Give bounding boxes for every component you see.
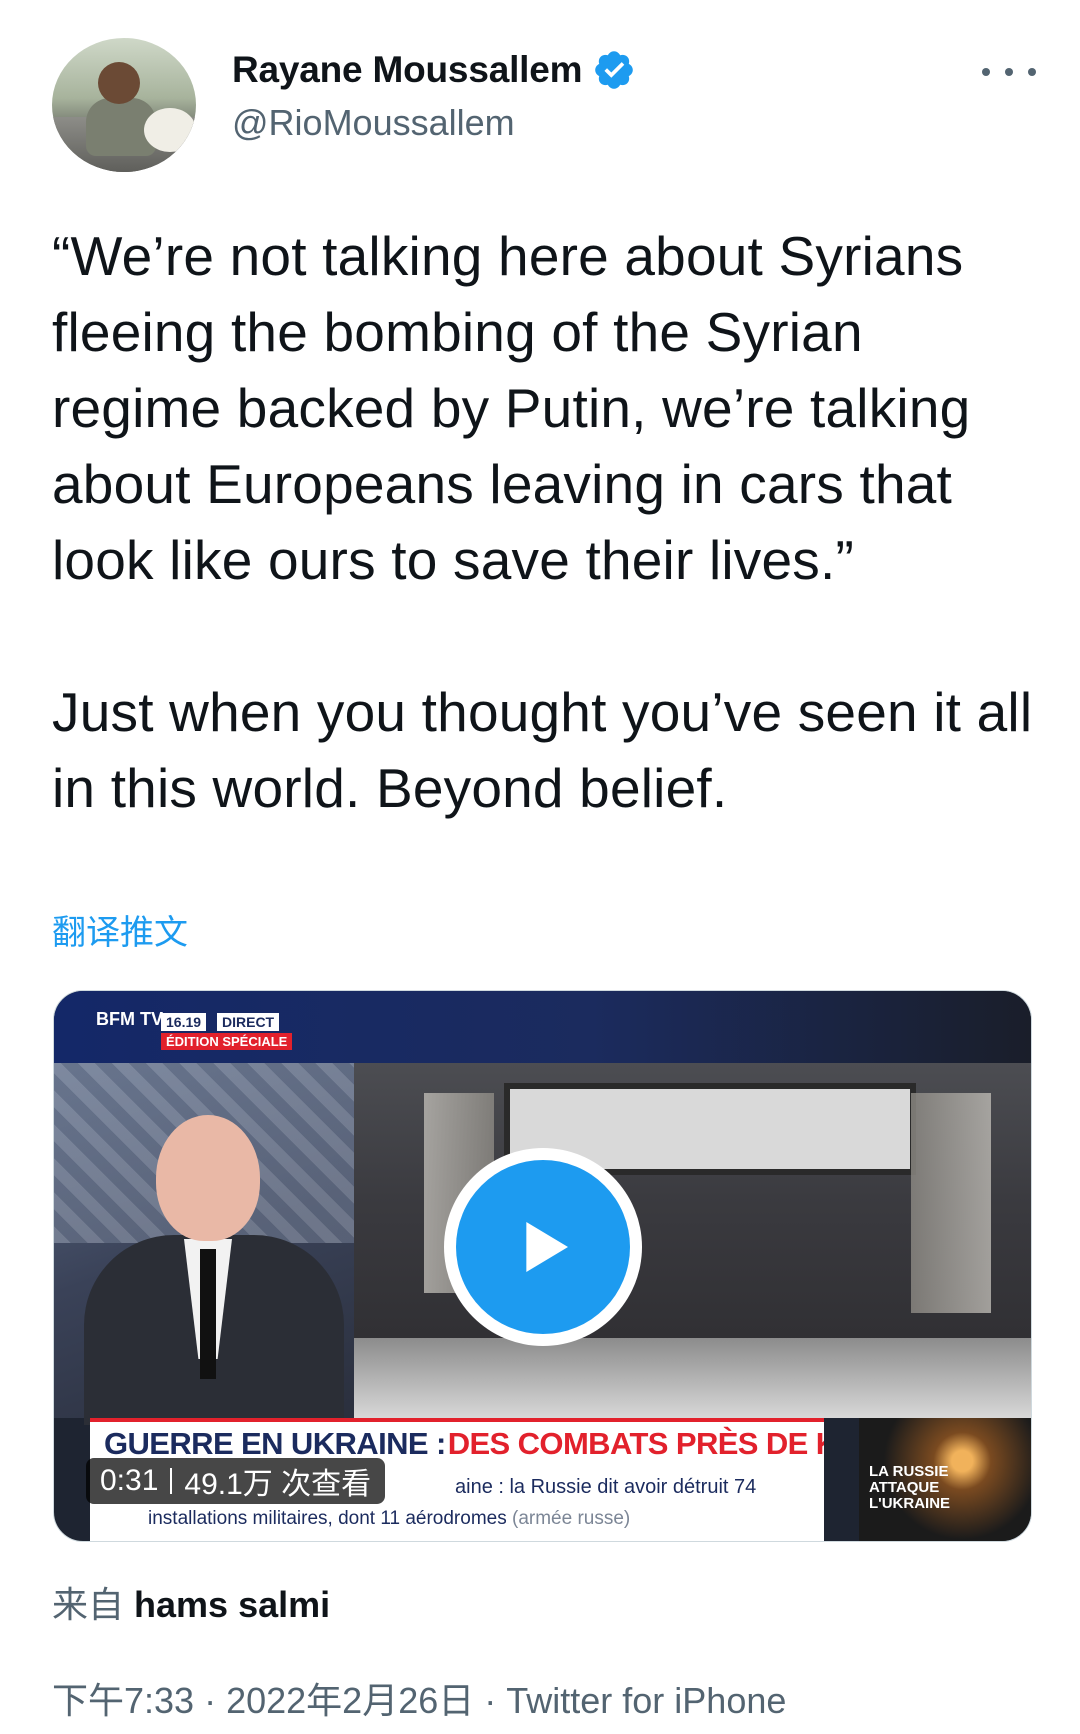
bus-body [354, 1338, 1031, 1418]
video-player[interactable]: BFM TV. 16.19 DIRECT ÉDITION SPÉCIALE GU… [53, 990, 1032, 1542]
translate-tweet-link[interactable]: 翻译推文 [52, 905, 188, 954]
broadcast-time: 16.19 [161, 1013, 207, 1031]
avatar-dog [144, 108, 196, 152]
ticker-source: (armée russe) [512, 1508, 631, 1529]
dot [982, 68, 990, 76]
video-stats-badge: 0:31 49.1万 次查看 [86, 1458, 386, 1504]
dot [1005, 68, 1013, 76]
avatar[interactable] [52, 38, 196, 172]
video-channel-bar: BFM TV. 16.19 DIRECT ÉDITION SPÉCIALE [54, 991, 1031, 1063]
curtain-right [911, 1093, 991, 1313]
retweet-source[interactable]: 来自 hams salmi [52, 1576, 330, 1628]
source-prefix: 来自 [52, 1584, 125, 1625]
video-views: 49.1万 次查看 [184, 1468, 372, 1501]
more-options-icon[interactable] [982, 52, 1036, 92]
play-icon-bg [456, 1160, 630, 1334]
source-name[interactable]: hams salmi [134, 1584, 330, 1625]
avatar-person-head [98, 62, 140, 104]
banner-headline: DES COMBATS PRÈS DE KIEV [447, 1426, 824, 1461]
tweet-time[interactable]: 下午7:33 [52, 1680, 194, 1721]
banner-title: GUERRE EN UKRAINE : [104, 1426, 446, 1461]
play-icon [526, 1222, 568, 1272]
anchor-head [156, 1115, 260, 1241]
author-handle[interactable]: @RioMoussallem [232, 102, 515, 144]
play-button[interactable] [444, 1148, 642, 1346]
video-anchor-frame [54, 1063, 354, 1425]
author-name[interactable]: Rayane Moussallem [232, 49, 583, 91]
ticker-line: installations militaires, dont 11 aérodr… [148, 1508, 630, 1530]
corner-thumbnail: LA RUSSIE ATTAQUE L'UKRAINE [859, 1418, 1031, 1541]
tweet-text: “We’re not talking here about Syrians fl… [52, 218, 1042, 826]
dot [1028, 68, 1036, 76]
ticker-line: aine : la Russie dit avoir détruit 74 [455, 1476, 757, 1498]
separator: · [204, 1680, 227, 1721]
tweet-client[interactable]: Twitter for iPhone [506, 1680, 786, 1721]
corner-label: LA RUSSIE ATTAQUE L'UKRAINE [869, 1463, 951, 1512]
tweet-timestamp: 下午7:33 · 2022年2月26日 · Twitter for iPhone [52, 1672, 786, 1724]
edition-label: ÉDITION SPÉCIALE [161, 1033, 293, 1050]
anchor-tie [200, 1249, 216, 1379]
author-name-row[interactable]: Rayane Moussallem [232, 48, 636, 92]
video-duration: 0:31 [100, 1464, 159, 1497]
ticker-text: installations militaires, dont 11 aérodr… [148, 1508, 507, 1529]
tweet-date[interactable]: 2022年2月26日 [226, 1680, 474, 1721]
live-label: DIRECT [217, 1013, 280, 1031]
separator: · [484, 1680, 507, 1721]
divider [170, 1468, 173, 1494]
verified-badge-icon [595, 51, 634, 89]
channel-logo: BFM TV. [96, 1009, 167, 1029]
tweet-paragraph: Just when you thought you’ve seen it all… [52, 681, 1033, 819]
tweet-paragraph: “We’re not talking here about Syrians fl… [52, 225, 971, 591]
